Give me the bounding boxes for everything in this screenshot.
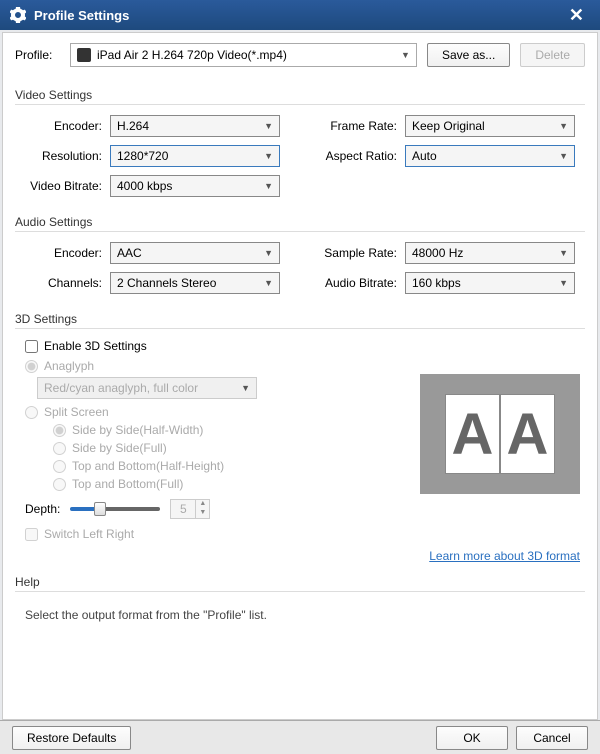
video-encoder-select[interactable]: H.264▼ xyxy=(110,115,280,137)
ipad-icon xyxy=(77,48,91,62)
profile-row: Profile: iPad Air 2 H.264 720p Video(*.m… xyxy=(15,43,585,67)
anaglyph-label: Anaglyph xyxy=(44,359,94,373)
split-label: Split Screen xyxy=(44,405,109,419)
samplerate-label: Sample Rate: xyxy=(320,246,405,260)
sbs-half-radio[interactable] xyxy=(53,424,66,437)
channels-select[interactable]: 2 Channels Stereo▼ xyxy=(110,272,280,294)
audio-bitrate-select[interactable]: 160 kbps▼ xyxy=(405,272,575,294)
anaglyph-mode-select: Red/cyan anaglyph, full color▼ xyxy=(37,377,257,399)
video-bitrate-label: Video Bitrate: xyxy=(25,179,110,193)
chevron-down-icon: ▼ xyxy=(264,181,273,191)
chevron-down-icon: ▼ xyxy=(559,248,568,258)
threed-settings-section: 3D Settings Enable 3D Settings Anaglyph … xyxy=(15,306,585,541)
profile-label: Profile: xyxy=(15,48,60,62)
gear-icon xyxy=(10,7,26,23)
switch-lr-checkbox[interactable] xyxy=(25,528,38,541)
sbs-full-radio[interactable] xyxy=(53,442,66,455)
titlebar: Profile Settings ✕ xyxy=(0,0,600,30)
learn-more-3d-link[interactable]: Learn more about 3D format xyxy=(429,549,580,563)
preview-a-right: A xyxy=(500,394,555,474)
tb-half-label: Top and Bottom(Half-Height) xyxy=(72,459,224,473)
resolution-label: Resolution: xyxy=(25,149,110,163)
preview-a-left: A xyxy=(445,394,500,474)
sbs-half-label: Side by Side(Half-Width) xyxy=(72,423,203,437)
depth-value: 5 xyxy=(171,500,195,518)
chevron-down-icon: ▼ xyxy=(264,121,273,131)
threed-preview: A A xyxy=(420,374,580,494)
ok-button[interactable]: OK xyxy=(436,726,508,750)
audio-bitrate-label: Audio Bitrate: xyxy=(320,276,405,290)
close-icon[interactable]: ✕ xyxy=(563,5,590,26)
chevron-down-icon: ▼ xyxy=(559,121,568,131)
chevron-down-icon: ▼ xyxy=(559,278,568,288)
framerate-select[interactable]: Keep Original▼ xyxy=(405,115,575,137)
video-legend: Video Settings xyxy=(15,88,585,105)
enable-3d-label: Enable 3D Settings xyxy=(44,339,147,353)
channels-label: Channels: xyxy=(25,276,110,290)
enable-3d-checkbox[interactable] xyxy=(25,340,38,353)
profile-select[interactable]: iPad Air 2 H.264 720p Video(*.mp4) ▼ xyxy=(70,43,417,67)
tb-half-radio[interactable] xyxy=(53,460,66,473)
chevron-down-icon: ▼ xyxy=(241,383,250,393)
video-settings-section: Video Settings Encoder: H.264▼ Frame Rat… xyxy=(15,82,585,197)
delete-button[interactable]: Delete xyxy=(520,43,585,67)
restore-defaults-button[interactable]: Restore Defaults xyxy=(12,726,131,750)
framerate-label: Frame Rate: xyxy=(320,119,405,133)
resolution-select[interactable]: 1280*720▼ xyxy=(110,145,280,167)
audio-settings-section: Audio Settings Encoder: AAC▼ Sample Rate… xyxy=(15,209,585,294)
chevron-down-icon: ▼ xyxy=(264,248,273,258)
audio-encoder-label: Encoder: xyxy=(25,246,110,260)
window-title: Profile Settings xyxy=(34,8,129,23)
encoder-label: Encoder: xyxy=(25,119,110,133)
audio-legend: Audio Settings xyxy=(15,215,585,232)
video-bitrate-select[interactable]: 4000 kbps▼ xyxy=(110,175,280,197)
profile-value: iPad Air 2 H.264 720p Video(*.mp4) xyxy=(97,48,287,62)
help-section: Help Select the output format from the "… xyxy=(15,569,585,628)
chevron-down-icon: ▼ xyxy=(559,151,568,161)
depth-slider[interactable] xyxy=(70,507,160,511)
split-radio[interactable] xyxy=(25,406,38,419)
slider-thumb[interactable] xyxy=(94,502,106,516)
footer: Restore Defaults OK Cancel xyxy=(0,720,600,754)
help-text: Select the output format from the "Profi… xyxy=(15,602,585,628)
switch-lr-label: Switch Left Right xyxy=(44,527,134,541)
chevron-up-icon[interactable]: ▲ xyxy=(196,500,209,509)
cancel-button[interactable]: Cancel xyxy=(516,726,588,750)
save-as-button[interactable]: Save as... xyxy=(427,43,510,67)
samplerate-select[interactable]: 48000 Hz▼ xyxy=(405,242,575,264)
aspect-label: Aspect Ratio: xyxy=(320,149,405,163)
chevron-down-icon: ▼ xyxy=(264,278,273,288)
depth-spinner[interactable]: 5 ▲▼ xyxy=(170,499,210,519)
help-legend: Help xyxy=(15,575,585,592)
chevron-down-icon[interactable]: ▼ xyxy=(196,509,209,518)
anaglyph-radio[interactable] xyxy=(25,360,38,373)
audio-encoder-select[interactable]: AAC▼ xyxy=(110,242,280,264)
aspect-select[interactable]: Auto▼ xyxy=(405,145,575,167)
sbs-full-label: Side by Side(Full) xyxy=(72,441,167,455)
chevron-down-icon: ▼ xyxy=(401,50,410,60)
tb-full-label: Top and Bottom(Full) xyxy=(72,477,183,491)
chevron-down-icon: ▼ xyxy=(264,151,273,161)
depth-label: Depth: xyxy=(25,502,60,516)
threed-legend: 3D Settings xyxy=(15,312,585,329)
tb-full-radio[interactable] xyxy=(53,478,66,491)
